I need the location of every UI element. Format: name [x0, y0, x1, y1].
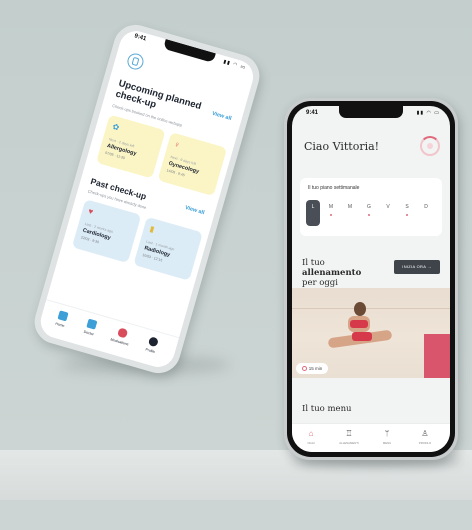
nav-doctor[interactable]: Doctor [75, 316, 106, 339]
athlete-shorts [352, 332, 372, 341]
nav-label: OGGI [307, 441, 315, 445]
greeting: Ciao Vittoria! [304, 140, 380, 153]
day-label: V [386, 204, 390, 210]
upcoming-card[interactable]: ♀ Next · 9 days left Gynecology 14/05 · … [157, 132, 228, 197]
day-label: M [328, 204, 334, 210]
duration-text: 15 min [308, 366, 323, 371]
workout-title-prefix: Il tuo [302, 258, 325, 268]
nav-label: MENU [382, 441, 392, 445]
past-card[interactable]: ▮ Last · 1 month ago Radiology 10/03 · 1… [133, 216, 203, 281]
athlete-figure [327, 302, 393, 362]
right-phone: 9:41 ▮▮ ◠ ▭ Ciao Vittoria! Il tuo piano … [284, 98, 458, 460]
day-thursday[interactable]: G [362, 200, 376, 226]
workout-title: Il tuo allenamento per oggi [302, 258, 382, 288]
pill-icon [116, 327, 128, 339]
nav-label: Doctor [83, 329, 95, 337]
workout-dot [330, 214, 332, 216]
nav-allenamenti[interactable]: ♖ ALLENAMENTI [334, 429, 364, 445]
day-label: G [367, 204, 371, 210]
left-status-time: 9:41 [133, 33, 147, 43]
left-phone: 9:41 ▮▮ ◠ ▭ Upcoming planned check-up Vi… [29, 19, 265, 379]
workout-dot [406, 214, 408, 216]
profile-icon [147, 336, 159, 348]
past-view-all-link[interactable]: View all [184, 205, 205, 216]
left-status-icons: ▮▮ ◠ ▭ [222, 58, 247, 72]
nav-medications[interactable]: Medications [106, 325, 137, 348]
day-label: S [405, 204, 409, 210]
heart-icon: ♥ [87, 206, 95, 217]
left-bottom-nav: Home Doctor Medications Profile [36, 299, 180, 371]
weekly-plan-card: Il tuo piano settimanale L M M G V S D [300, 178, 442, 236]
upcoming-view-all-link[interactable]: View all [211, 111, 232, 122]
day-tuesday[interactable]: M [324, 200, 338, 226]
nav-profilo[interactable]: ♙ PROFILO [410, 429, 440, 445]
day-wednesday[interactable]: M [343, 200, 357, 226]
floor [0, 500, 472, 530]
photo-accent-bar [424, 334, 450, 378]
day-friday[interactable]: V [381, 200, 395, 226]
user-icon: ♙ [421, 429, 429, 438]
nav-label: Medications [109, 337, 130, 347]
workout-title-bold: allenamento [302, 268, 362, 278]
day-label: D [424, 204, 428, 210]
nav-label: PROFILO [418, 441, 432, 445]
day-label: M [347, 204, 353, 210]
day-monday[interactable]: L [306, 200, 320, 226]
trophy-icon: ♖ [345, 429, 353, 438]
right-bottom-nav: ⌂ OGGI ♖ ALLENAMENTI ᛘ MENU ♙ PROFILO [292, 423, 450, 452]
gynecology-icon: ♀ [173, 139, 182, 150]
fork-knife-icon: ᛘ [384, 429, 390, 438]
workout-image[interactable]: 15 min [292, 288, 450, 378]
day-sunday[interactable]: D [419, 200, 433, 226]
nav-home[interactable]: Home [46, 308, 77, 331]
left-notch [163, 38, 216, 63]
nav-label: Home [54, 321, 65, 329]
left-phone-screen: 9:41 ▮▮ ◠ ▭ Upcoming planned check-up Vi… [36, 27, 258, 371]
right-notch [339, 106, 403, 118]
app-logo-icon [125, 51, 146, 72]
past-card[interactable]: ♥ Last · 2 weeks ago Cardiology 22/03 · … [71, 199, 142, 264]
nav-oggi[interactable]: ⌂ OGGI [296, 429, 326, 445]
left-phone-wrap: 9:41 ▮▮ ◠ ▭ Upcoming planned check-up Vi… [29, 19, 265, 382]
workout-dot [368, 214, 370, 216]
athlete-top [350, 320, 368, 328]
allergy-icon: ✿ [111, 121, 121, 133]
day-label: L [311, 204, 315, 210]
right-phone-screen: 9:41 ▮▮ ◠ ▭ Ciao Vittoria! Il tuo piano … [292, 106, 450, 452]
nav-label: Profile [144, 347, 156, 355]
athlete-head [354, 302, 366, 316]
weekly-plan-label: Il tuo piano settimanale [308, 185, 360, 191]
bone-icon: ▮ [148, 224, 156, 235]
start-workout-button[interactable]: INIZIA ORA → [394, 260, 440, 274]
right-status-time: 9:41 [306, 110, 319, 116]
clock-icon [301, 366, 307, 371]
nav-profile[interactable]: Profile [136, 333, 167, 356]
avatar[interactable] [420, 136, 440, 156]
day-saturday[interactable]: S [400, 200, 414, 226]
home-icon [56, 310, 69, 322]
nav-label: ALLENAMENTI [339, 441, 359, 445]
workout-title-suffix: per oggi [302, 278, 338, 288]
doctor-icon [85, 318, 97, 330]
upcoming-card[interactable]: ✿ Next · 2 days left Allergology 07/05 ·… [96, 114, 166, 179]
house-icon: ⌂ [308, 429, 314, 438]
nav-menu[interactable]: ᛘ MENU [372, 429, 402, 445]
right-status-icons: ▮▮ ◠ ▭ [416, 110, 440, 116]
duration-badge: 15 min [296, 363, 328, 374]
menu-title: Il tuo menu [302, 404, 352, 414]
